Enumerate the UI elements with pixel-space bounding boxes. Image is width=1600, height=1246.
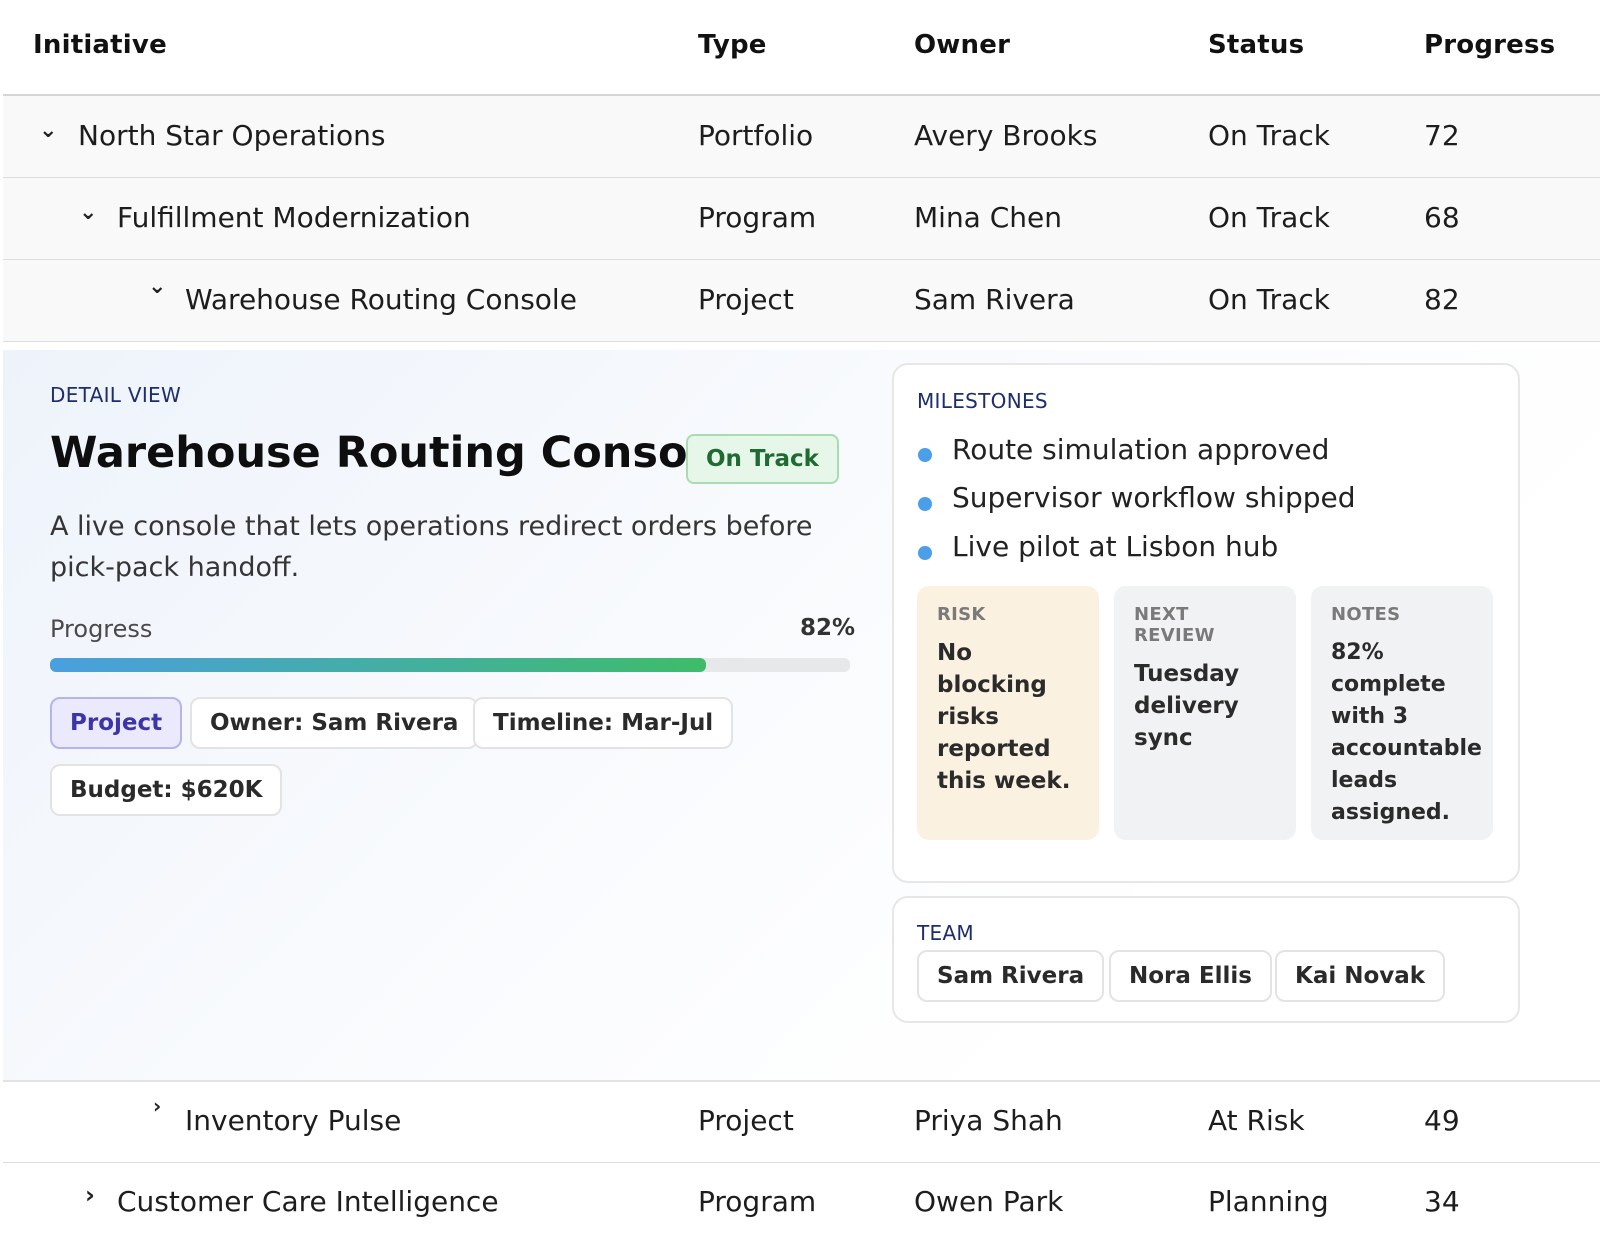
bullet-icon [918,497,932,511]
next-review-card: NEXT REVIEW Tuesday delivery sync [1114,586,1296,840]
row-type: Program [698,201,817,234]
column-header-type[interactable]: Type [698,30,767,60]
row-status: Planning [1208,1185,1329,1218]
row-progress: 82 [1424,283,1460,316]
risk-label: RISK [937,604,986,625]
row-status: On Track [1208,283,1330,316]
chevron-right-icon[interactable]: › [153,1094,161,1118]
status-badge: On Track [686,434,839,484]
progress-percent: 82% [800,615,856,641]
row-initiative-name: Fulfillment Modernization [117,201,471,234]
timeline-chip[interactable]: Timeline: Mar-Jul [473,697,734,749]
team-member-chip[interactable]: Nora Ellis [1109,950,1272,1002]
column-header-progress[interactable]: Progress [1424,30,1555,60]
team-member-chip[interactable]: Kai Novak [1275,950,1446,1002]
chevron-down-icon[interactable]: ⌄ [39,118,57,143]
team-card: TEAM Sam Rivera Nora Ellis Kai Novak [892,896,1520,1023]
milestones-label: MILESTONES [917,389,1048,413]
notes-label: NOTES [1331,604,1401,625]
row-status: At Risk [1208,1104,1305,1137]
table-row[interactable]: ⌄ North Star Operations Portfolio Avery … [3,96,1600,177]
team-member-chip[interactable]: Sam Rivera [917,950,1105,1002]
next-review-text: Tuesday delivery sync [1134,661,1240,751]
progress-label: Progress [50,615,153,643]
detail-description: A live console that lets operations redi… [50,511,813,583]
notes-text: 82% complete with 3 accountable leads as… [1331,640,1482,825]
row-owner: Sam Rivera [914,283,1075,316]
row-initiative-name: Inventory Pulse [185,1104,402,1137]
row-status: On Track [1208,119,1330,152]
row-status: On Track [1208,201,1330,234]
team-label: TEAM [917,921,974,945]
row-owner: Owen Park [914,1185,1064,1218]
risk-text: No blocking risks reported this week. [937,640,1071,794]
row-type: Program [698,1185,817,1218]
owner-chip[interactable]: Owner: Sam Rivera [190,697,479,749]
column-header-initiative[interactable]: Initiative [33,30,167,60]
bullet-icon [918,546,932,560]
chevron-down-icon[interactable]: ⌄ [148,274,166,299]
progress-bar-fill [50,658,706,672]
column-header-owner[interactable]: Owner [914,30,1010,60]
row-type: Project [698,1104,794,1137]
table-row[interactable]: ⌄ Warehouse Routing Console Project Sam … [3,260,1600,341]
table-row[interactable]: › Inventory Pulse Project Priya Shah At … [3,1082,1600,1163]
column-header-status[interactable]: Status [1208,30,1304,60]
milestone-item: Route simulation approved [952,433,1330,466]
row-divider [3,341,1600,342]
detail-title: Warehouse Routing Console [50,428,732,478]
row-initiative-name: Warehouse Routing Console [185,283,577,316]
milestones-card: MILESTONES Route simulation approved Sup… [892,363,1520,883]
detail-section-label: DETAIL VIEW [50,383,182,407]
risk-card: RISK No blocking risks reported this wee… [917,586,1099,840]
row-type: Portfolio [698,119,814,152]
table-row[interactable]: › Customer Care Intelligence Program Owe… [3,1163,1600,1246]
next-review-label: NEXT REVIEW [1134,604,1215,646]
row-progress: 34 [1424,1185,1460,1218]
row-initiative-name: North Star Operations [78,119,386,152]
row-progress: 49 [1424,1104,1460,1137]
row-initiative-name: Customer Care Intelligence [117,1185,499,1218]
table-row[interactable]: ⌄ Fulfillment Modernization Program Mina… [3,178,1600,259]
row-owner: Priya Shah [914,1104,1063,1137]
chevron-down-icon[interactable]: ⌄ [79,200,97,225]
row-progress: 68 [1424,201,1460,234]
budget-chip[interactable]: Budget: $620K [50,764,283,816]
progress-bar [50,658,850,672]
bullet-icon [918,448,932,462]
row-type: Project [698,283,794,316]
detail-panel: DETAIL VIEW Warehouse Routing Console On… [3,350,1600,1080]
row-progress: 72 [1424,119,1460,152]
milestone-item: Supervisor workflow shipped [952,481,1356,514]
notes-card: NOTES 82% complete with 3 accountable le… [1311,586,1493,840]
type-chip[interactable]: Project [50,697,183,749]
row-owner: Avery Brooks [914,119,1098,152]
chevron-right-icon[interactable]: › [85,1181,95,1209]
milestone-item: Live pilot at Lisbon hub [952,530,1279,563]
row-owner: Mina Chen [914,201,1063,234]
